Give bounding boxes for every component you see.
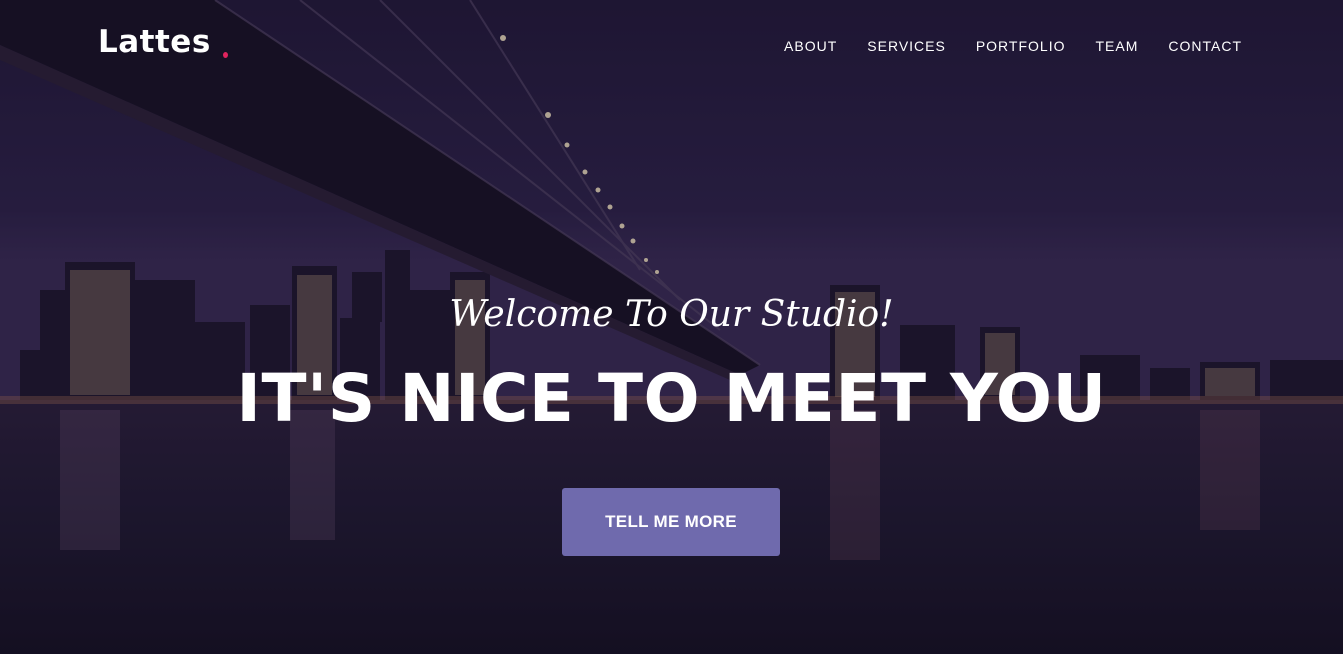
nav-link-team[interactable]: TEAM: [1095, 38, 1138, 54]
nav-link-contact[interactable]: CONTACT: [1168, 38, 1242, 54]
nav-link-portfolio[interactable]: PORTFOLIO: [976, 38, 1066, 54]
hero-heading: IT'S NICE TO MEET YOU: [236, 360, 1107, 437]
nav-link-services[interactable]: SERVICES: [867, 38, 946, 54]
top-navbar: Lattes ABOUT SERVICES PORTFOLIO TEAM CON…: [0, 0, 1343, 95]
main-nav: ABOUT SERVICES PORTFOLIO TEAM CONTACT: [784, 38, 1242, 54]
nav-link-about[interactable]: ABOUT: [784, 38, 837, 54]
hero-subheading: Welcome To Our Studio!: [449, 294, 894, 335]
tell-me-more-button[interactable]: TELL ME MORE: [562, 488, 780, 556]
brand-dot: [223, 52, 228, 58]
hero-section: Lattes ABOUT SERVICES PORTFOLIO TEAM CON…: [0, 0, 1343, 654]
brand-logo[interactable]: Lattes: [98, 24, 211, 60]
